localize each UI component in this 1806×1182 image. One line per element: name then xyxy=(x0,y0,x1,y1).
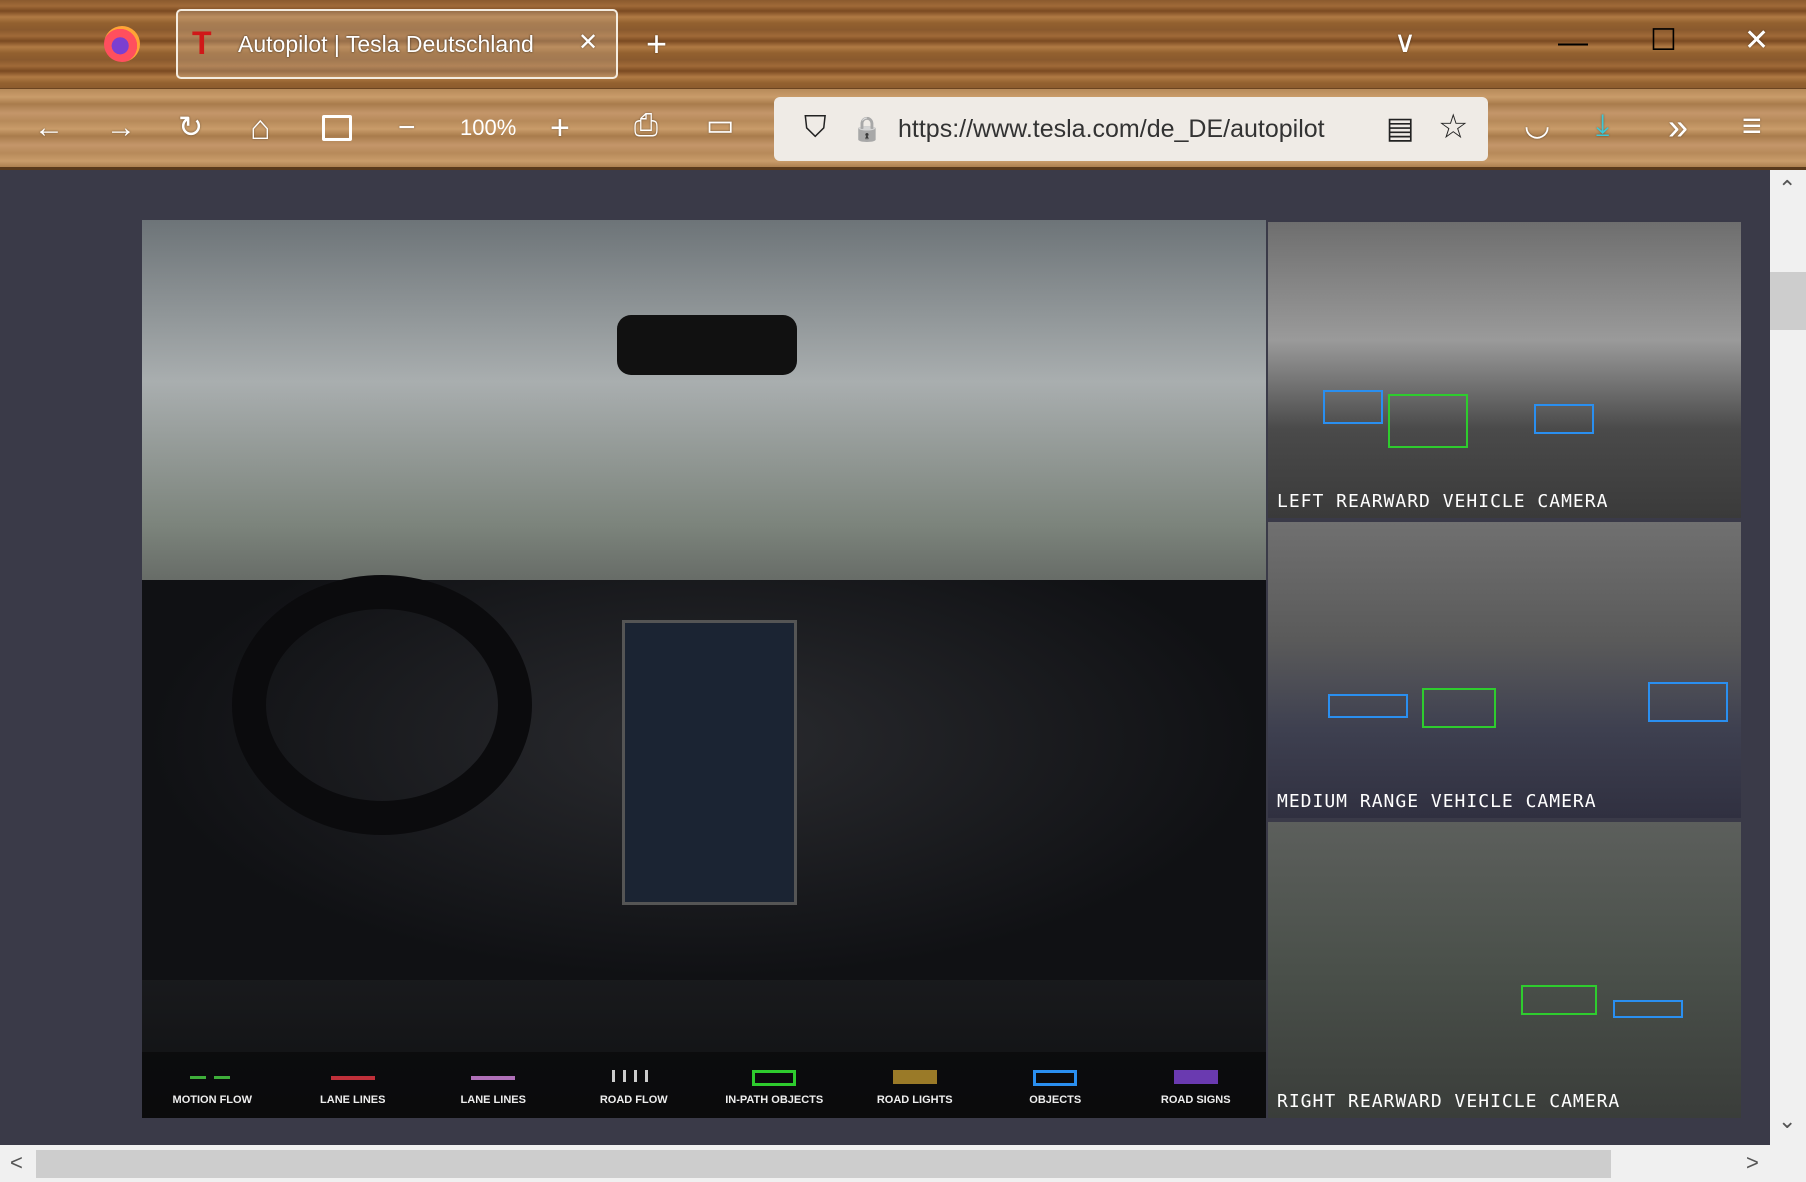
print-button[interactable]: ⎙ xyxy=(634,111,658,141)
vertical-scrollbar-thumb[interactable] xyxy=(1770,272,1806,330)
maximize-button[interactable]: ☐ xyxy=(1650,26,1677,56)
camera-label: LEFT REARWARD VEHICLE CAMERA xyxy=(1277,491,1609,512)
tab-title: Autopilot | Tesla Deutschland xyxy=(238,31,534,57)
legend: MOTION FLOW LANE LINES LANE LINES ROAD F… xyxy=(142,1052,1266,1118)
overflow-menu-icon[interactable]: » xyxy=(1668,109,1688,145)
legend-swatch xyxy=(1033,1070,1078,1086)
camera-panel-right-rearward: RIGHT REARWARD VEHICLE CAMERA xyxy=(1268,822,1741,1118)
url-input[interactable]: https://www.tesla.com/de_DE/autopilot xyxy=(898,115,1368,144)
scroll-up-icon[interactable]: ⌃ xyxy=(1778,176,1796,202)
in-path-box xyxy=(1422,688,1496,728)
tab-bar: T Autopilot | Tesla Deutschland ✕ + ∨ — … xyxy=(0,0,1806,88)
legend-item: LANE LINES xyxy=(283,1052,424,1118)
autopilot-video-main-view: MOTION FLOW LANE LINES LANE LINES ROAD F… xyxy=(142,220,1266,1118)
forward-button[interactable]: → xyxy=(106,113,136,143)
camera-panel-left-rearward: LEFT REARWARD VEHICLE CAMERA xyxy=(1268,222,1741,518)
scroll-down-icon[interactable]: ⌄ xyxy=(1778,1108,1796,1134)
shield-icon[interactable]: ⛉ xyxy=(804,111,827,145)
tesla-favicon-icon: T xyxy=(192,25,212,61)
camera-label: RIGHT REARWARD VEHICLE CAMERA xyxy=(1277,1091,1621,1112)
legend-swatch xyxy=(1173,1070,1218,1084)
rearview-mirror xyxy=(617,315,797,375)
zoom-level[interactable]: 100% xyxy=(460,115,516,141)
in-path-box xyxy=(1388,394,1468,448)
reader-view-icon[interactable]: ▤ xyxy=(1386,111,1414,146)
folder-icon[interactable] xyxy=(322,115,352,141)
legend-item: ROAD SIGNS xyxy=(1126,1052,1267,1118)
object-box xyxy=(1328,694,1408,718)
tab-list-button[interactable]: ∨ xyxy=(1394,28,1416,58)
legend-item: ROAD LIGHTS xyxy=(845,1052,986,1118)
legend-item: ROAD FLOW xyxy=(564,1052,705,1118)
legend-swatch xyxy=(330,1076,375,1080)
download-icon[interactable]: ⤓ xyxy=(1596,111,1609,141)
back-button[interactable]: ← xyxy=(34,113,64,143)
legend-item: MOTION FLOW xyxy=(142,1052,283,1118)
camera-label: MEDIUM RANGE VEHICLE CAMERA xyxy=(1277,791,1597,812)
in-path-box xyxy=(1521,985,1597,1015)
horizontal-scrollbar-thumb[interactable] xyxy=(36,1150,1611,1178)
navigation-toolbar: ← → ↻ ⌂ − 100% + ⎙ ▭ ⛉ 🔒 https://www.tes… xyxy=(0,88,1806,170)
steering-wheel xyxy=(232,575,532,835)
tab-autopilot[interactable]: T Autopilot | Tesla Deutschland ✕ xyxy=(176,9,618,79)
zoom-out-button[interactable]: − xyxy=(398,113,416,143)
legend-item: IN-PATH OBJECTS xyxy=(704,1052,845,1118)
hamburger-menu-icon[interactable]: ≡ xyxy=(1742,109,1762,143)
legend-swatch xyxy=(752,1070,797,1086)
legend-swatch xyxy=(190,1076,235,1079)
legend-swatch xyxy=(892,1070,937,1084)
legend-item: OBJECTS xyxy=(985,1052,1126,1118)
object-box xyxy=(1648,682,1728,722)
object-box xyxy=(1613,1000,1683,1018)
bookmark-star-icon[interactable]: ☆ xyxy=(1438,107,1468,147)
camera-panel-medium-range: MEDIUM RANGE VEHICLE CAMERA xyxy=(1268,522,1741,818)
close-tab-icon[interactable]: ✕ xyxy=(578,31,598,55)
new-tab-button[interactable]: + xyxy=(646,26,667,62)
firefox-logo-icon[interactable] xyxy=(104,26,140,62)
close-window-button[interactable]: ✕ xyxy=(1744,26,1769,56)
reload-button[interactable]: ↻ xyxy=(178,113,203,143)
lock-icon[interactable]: 🔒 xyxy=(852,115,882,144)
scroll-right-icon[interactable]: > xyxy=(1746,1150,1759,1176)
legend-swatch xyxy=(471,1076,516,1080)
object-box xyxy=(1323,390,1383,424)
legend-swatch xyxy=(611,1070,656,1082)
zoom-in-button[interactable]: + xyxy=(550,111,570,145)
home-button[interactable]: ⌂ xyxy=(250,111,271,145)
center-touchscreen xyxy=(622,620,797,905)
object-box xyxy=(1534,404,1594,434)
scroll-left-icon[interactable]: < xyxy=(10,1150,23,1176)
screenshot-button[interactable]: ▭ xyxy=(706,111,734,141)
address-bar[interactable]: ⛉ 🔒 https://www.tesla.com/de_DE/autopilo… xyxy=(774,97,1488,161)
pocket-icon[interactable]: ◡ xyxy=(1524,111,1550,141)
minimize-button[interactable]: — xyxy=(1558,28,1588,58)
legend-item: LANE LINES xyxy=(423,1052,564,1118)
